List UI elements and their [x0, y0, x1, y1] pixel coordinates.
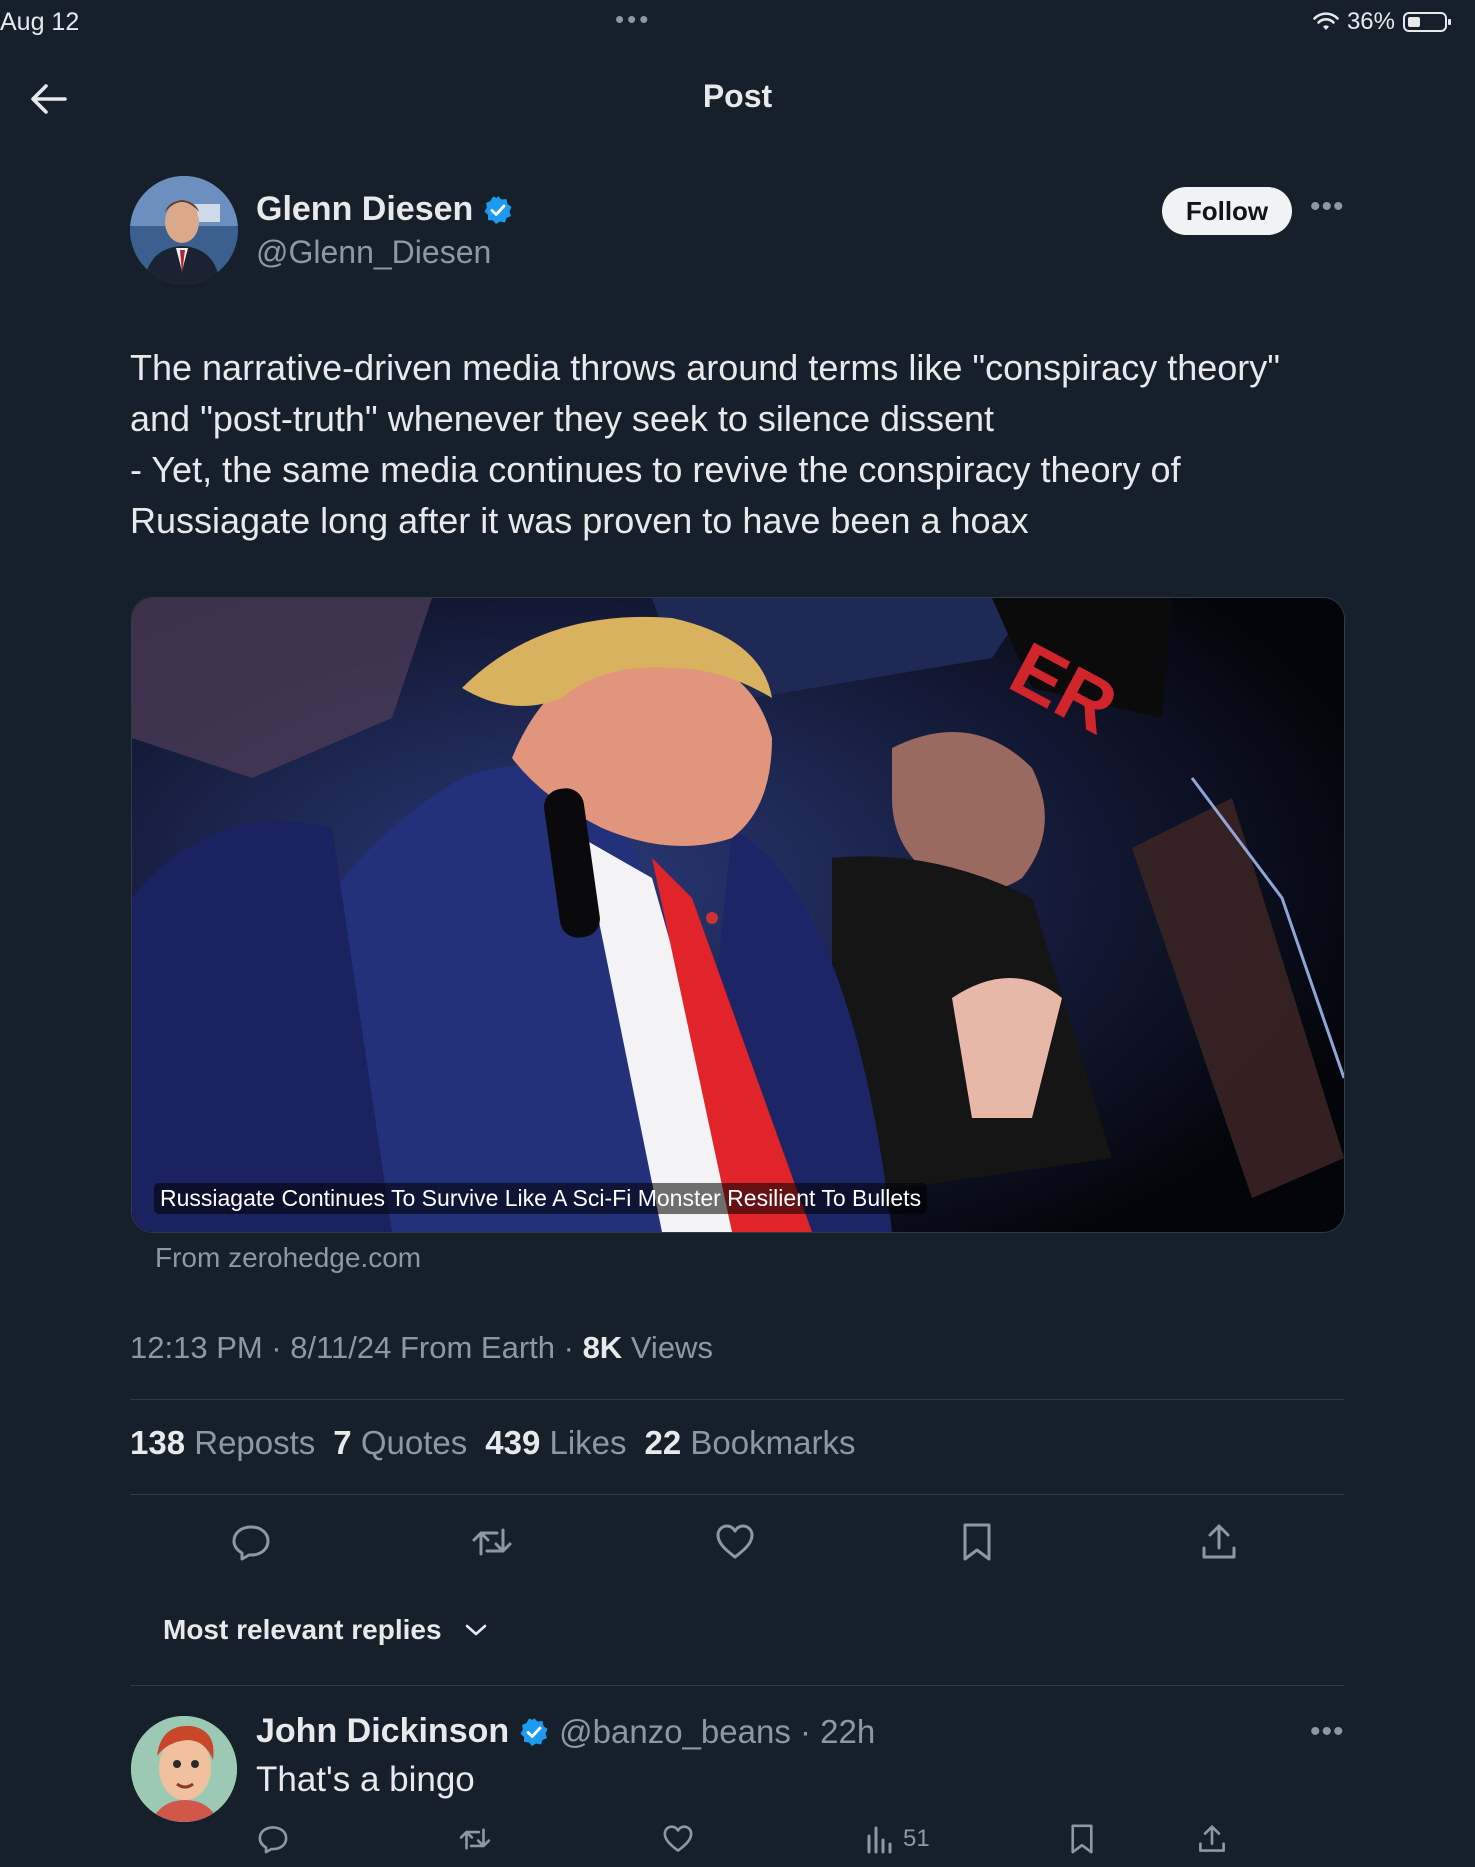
- post-text: The narrative-driven media throws around…: [130, 347, 1281, 541]
- like-icon: [663, 1825, 693, 1852]
- share-button[interactable]: [1197, 1520, 1241, 1564]
- battery-percent: 36%: [1346, 8, 1395, 35]
- replies-filter-dropdown[interactable]: Most relevant replies: [163, 1614, 488, 1646]
- author-name-row[interactable]: Glenn Diesen: [256, 190, 513, 229]
- likes-stat[interactable]: 439 Likes: [485, 1424, 626, 1462]
- quotes-stat[interactable]: 7 Quotes: [333, 1424, 467, 1462]
- reply-button[interactable]: [229, 1520, 273, 1564]
- reply-bookmark-button[interactable]: [1065, 1822, 1099, 1856]
- reposts-label: Reposts: [194, 1424, 316, 1461]
- likes-label: Likes: [549, 1424, 627, 1461]
- bookmarks-label: Bookmarks: [690, 1424, 856, 1461]
- views-count: 8K: [582, 1330, 623, 1365]
- bookmark-icon: [963, 1523, 991, 1561]
- follow-button[interactable]: Follow: [1162, 187, 1292, 235]
- more-icon[interactable]: •••: [1310, 190, 1345, 224]
- views-label: Views: [622, 1330, 713, 1365]
- verified-badge-icon: [520, 1717, 548, 1746]
- repost-icon: [472, 1528, 512, 1556]
- reply-like-button[interactable]: [661, 1822, 695, 1856]
- reply-views-count: 51: [903, 1825, 930, 1852]
- divider: [130, 1685, 1344, 1686]
- like-icon: [716, 1524, 754, 1559]
- reply-icon: [232, 1525, 270, 1561]
- status-indicators: 36%: [1313, 8, 1451, 36]
- wifi-icon: [1313, 12, 1339, 30]
- reply-repost-button[interactable]: [458, 1822, 492, 1856]
- reply-handle-time[interactable]: @banzo_beans · 22h: [559, 1713, 875, 1751]
- status-date: Aug 12: [0, 8, 80, 36]
- author-avatar[interactable]: [130, 176, 238, 284]
- bookmarks-stat[interactable]: 22 Bookmarks: [645, 1424, 856, 1462]
- reply-header: John Dickinson @banzo_beans · 22h: [256, 1712, 875, 1751]
- card-caption: Russiagate Continues To Survive Like A S…: [154, 1183, 928, 1214]
- divider: [130, 1494, 1344, 1495]
- replies-filter-label: Most relevant replies: [163, 1614, 442, 1645]
- divider: [130, 1399, 1344, 1400]
- quotes-label: Quotes: [360, 1424, 468, 1461]
- reply-avatar[interactable]: [131, 1716, 237, 1822]
- bookmarks-count: 22: [644, 1424, 682, 1461]
- repost-button[interactable]: [470, 1520, 514, 1564]
- verified-badge-icon: [484, 195, 512, 224]
- likes-count: 439: [485, 1424, 541, 1461]
- battery-icon: [1403, 12, 1451, 32]
- reposts-count: 138: [130, 1424, 186, 1461]
- quotes-count: 7: [333, 1424, 352, 1461]
- post-meta: 12:13 PM · 8/11/24 From Earth · 8K Views: [130, 1330, 713, 1366]
- reply-author-name[interactable]: John Dickinson: [256, 1712, 509, 1751]
- card-source[interactable]: From zerohedge.com: [155, 1242, 421, 1274]
- reply-reply-button[interactable]: [256, 1822, 290, 1856]
- link-card[interactable]: ER Russiagate Continues To Survive Like …: [131, 597, 1345, 1233]
- bookmark-button[interactable]: [955, 1520, 999, 1564]
- reposts-stat[interactable]: 138 Reposts: [130, 1424, 315, 1462]
- reply-share-button[interactable]: [1195, 1822, 1229, 1856]
- post-timestamp: 12:13 PM · 8/11/24 From Earth ·: [130, 1330, 583, 1365]
- like-button[interactable]: [713, 1520, 757, 1564]
- page-title: Post: [702, 78, 773, 114]
- reply-text: That's a bingo: [256, 1760, 475, 1799]
- views-icon: [867, 1826, 892, 1854]
- share-icon: [1199, 1825, 1225, 1852]
- author-name[interactable]: Glenn Diesen: [256, 190, 473, 229]
- reply-icon: [258, 1826, 288, 1854]
- author-handle[interactable]: @Glenn_Diesen: [256, 234, 491, 271]
- chevron-down-icon: [465, 1624, 486, 1636]
- bookmark-icon: [1071, 1824, 1093, 1854]
- reply-more-icon[interactable]: •••: [1310, 1715, 1345, 1749]
- multitasking-dots-icon[interactable]: •••: [615, 4, 651, 35]
- card-image: ER: [132, 598, 1344, 1232]
- engagement-stats: 138 Reposts 7 Quotes 439 Likes 22 Bookma…: [130, 1424, 855, 1462]
- repost-icon: [459, 1828, 491, 1850]
- reply-views-button[interactable]: 51: [865, 1822, 930, 1856]
- share-icon: [1202, 1524, 1236, 1559]
